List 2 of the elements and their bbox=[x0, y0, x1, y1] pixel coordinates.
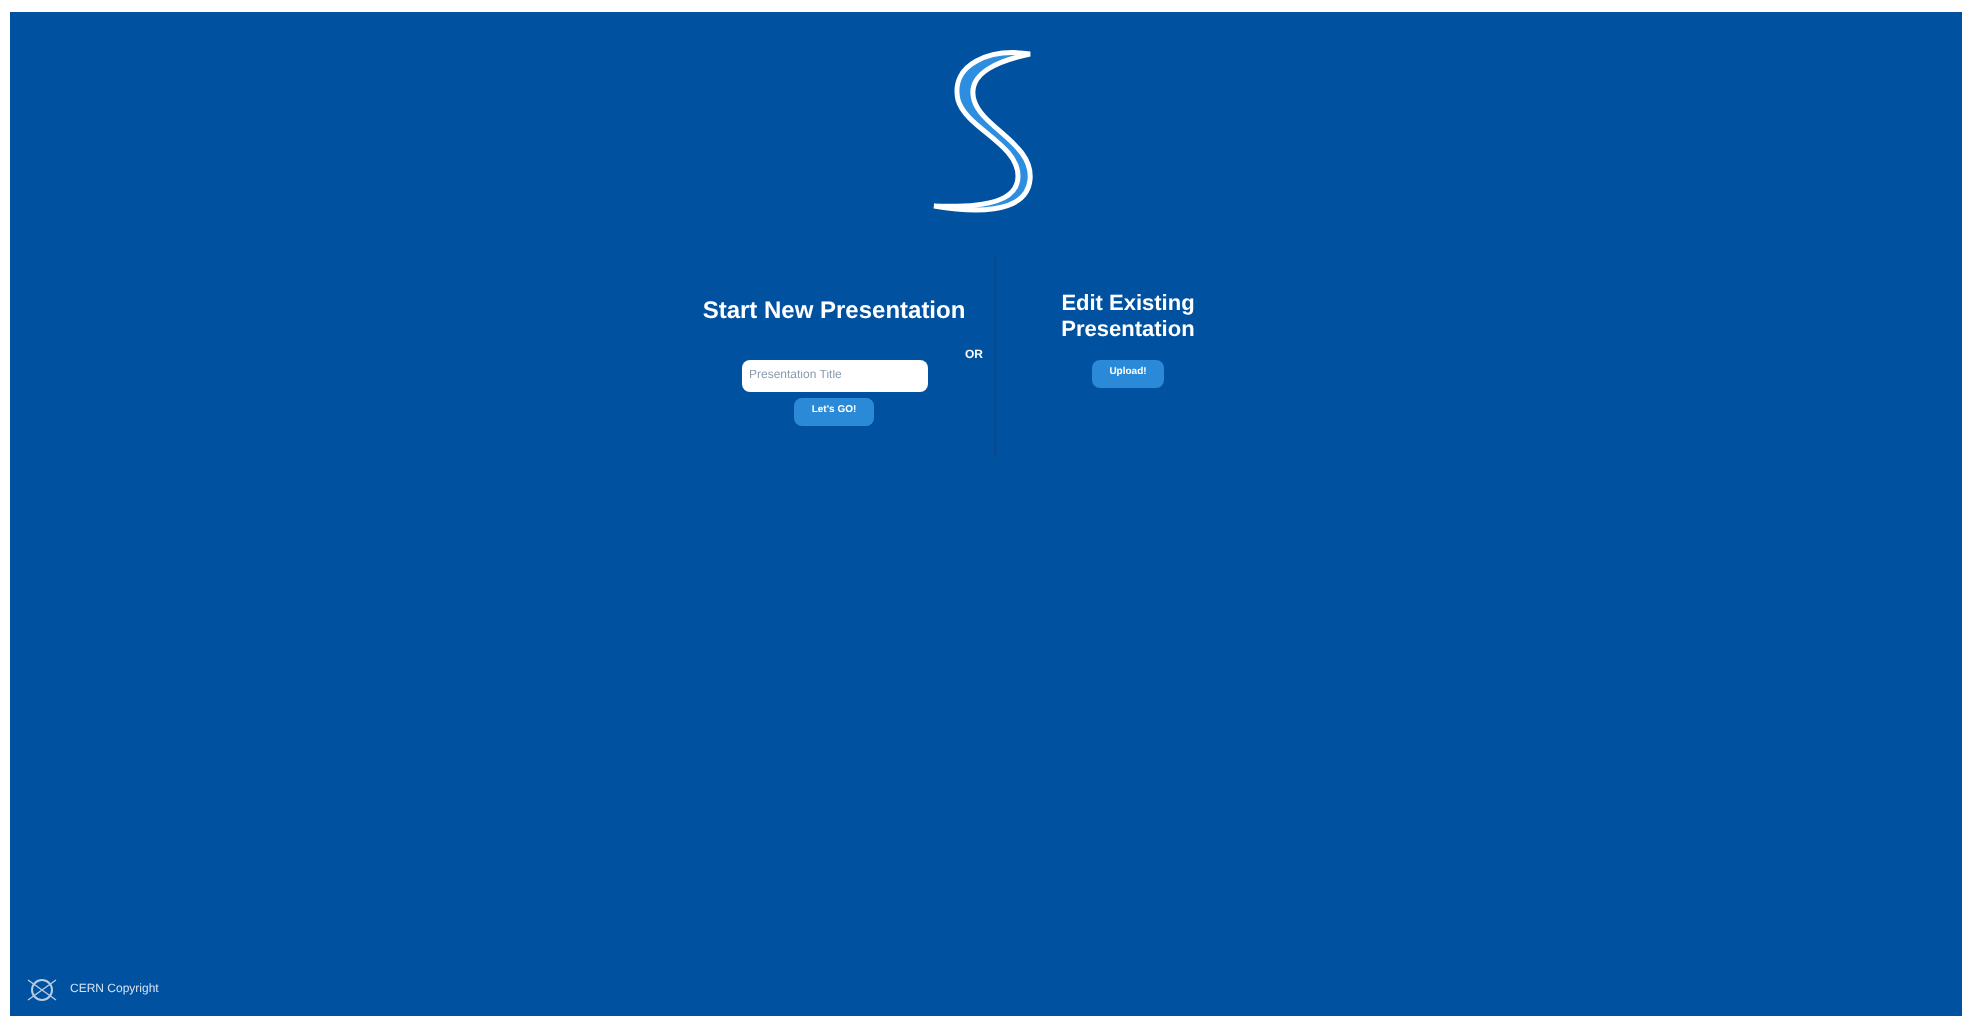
section-title: Edit Existing Presentation bbox=[1059, 292, 1197, 344]
section-title: Start New Presentation bbox=[702, 294, 966, 328]
